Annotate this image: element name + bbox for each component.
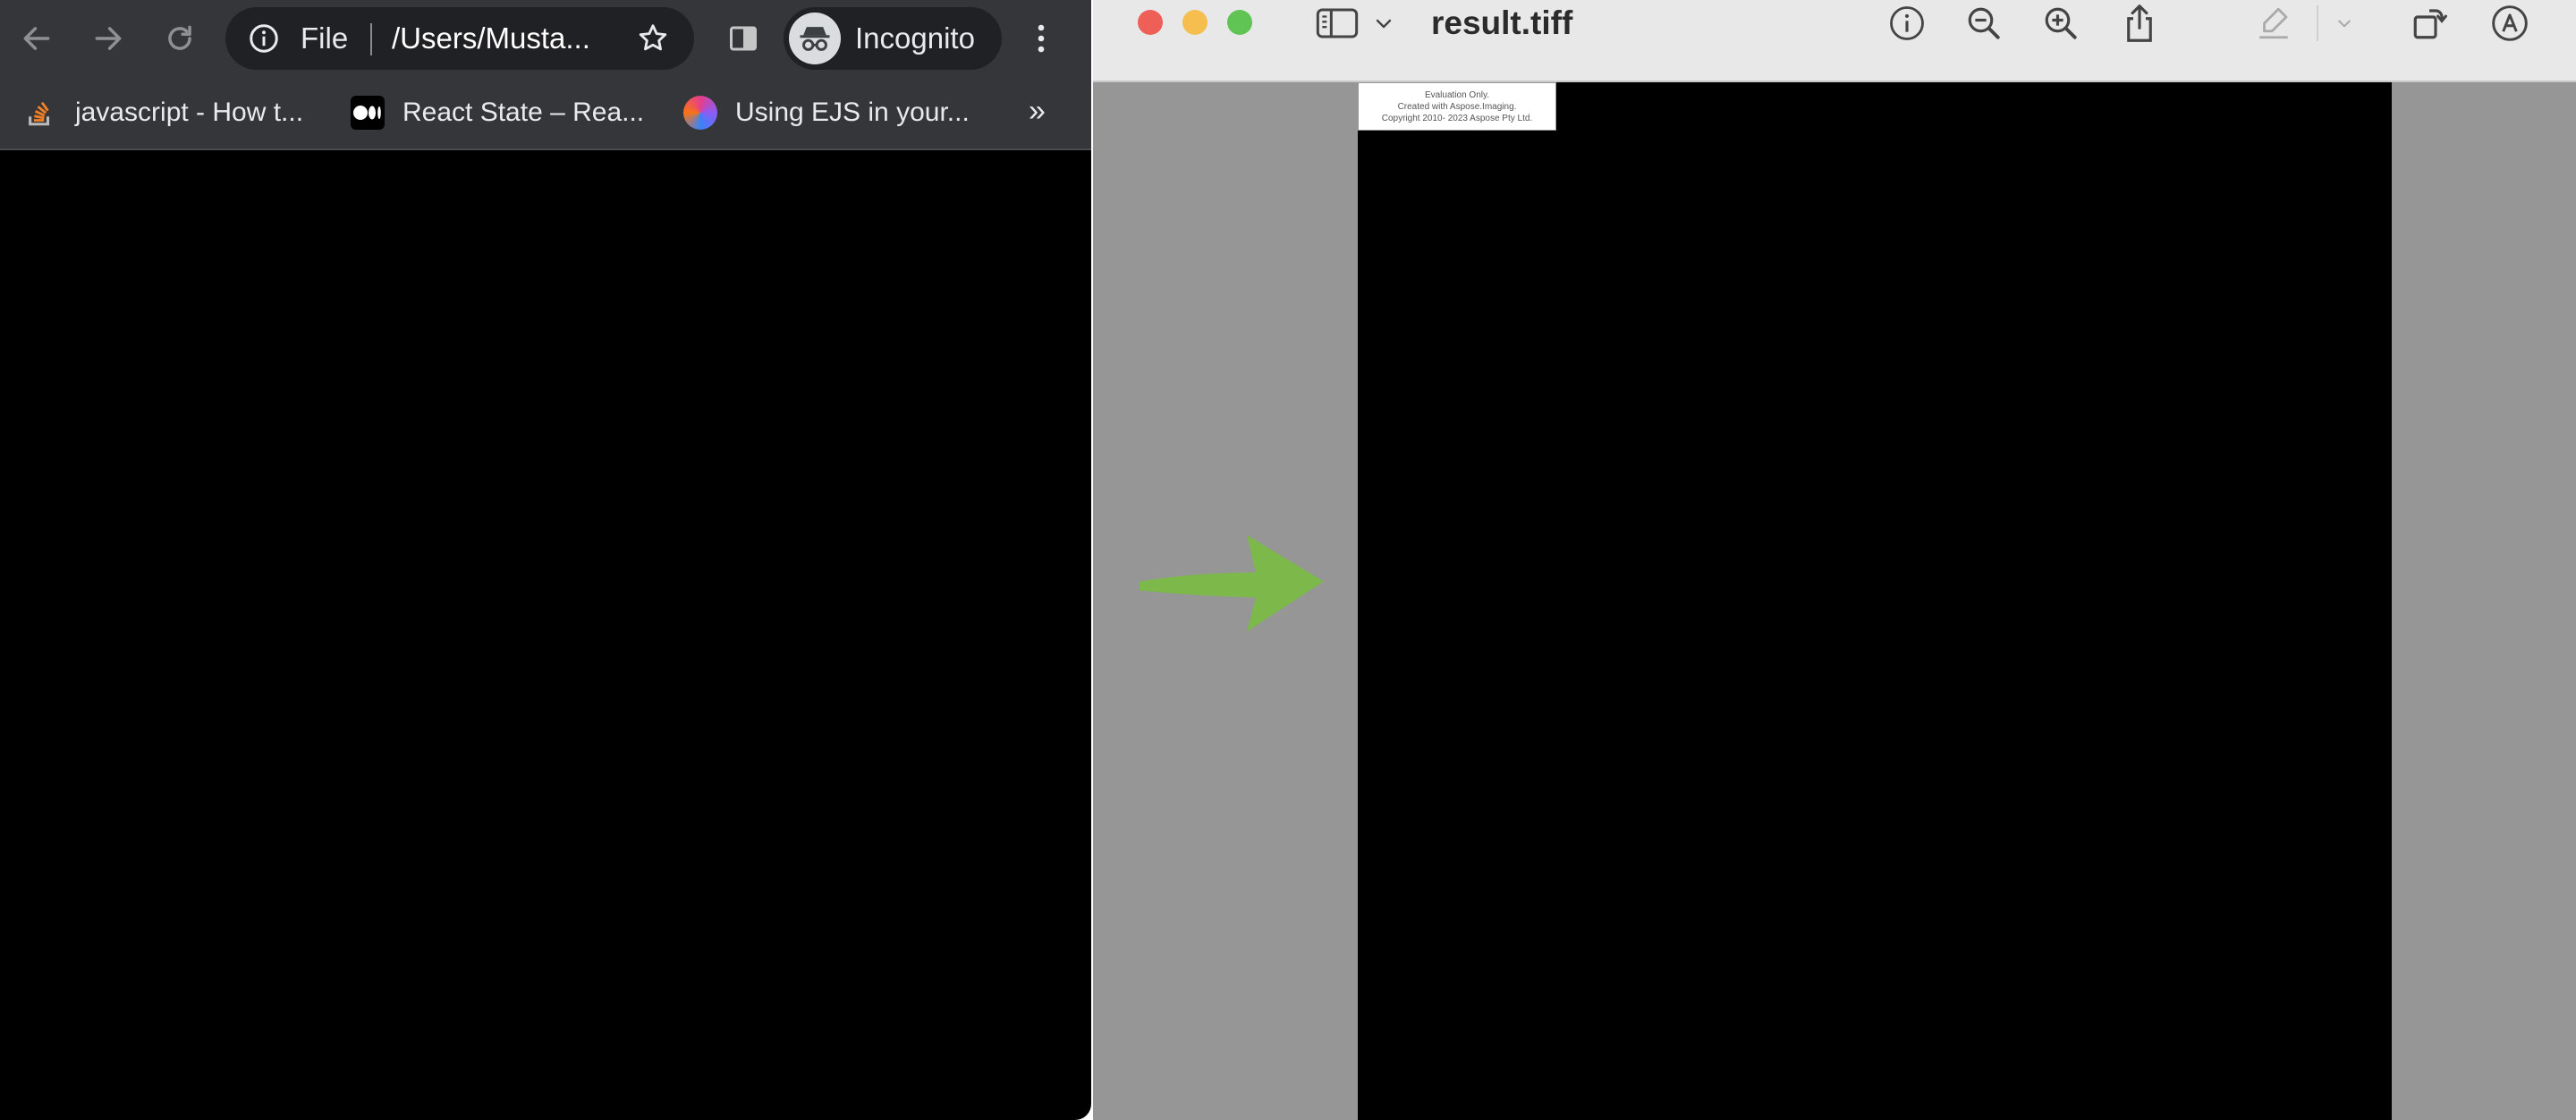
site-info-button[interactable] [247, 21, 281, 55]
watermark-line: Evaluation Only. [1424, 89, 1490, 100]
bookmark-item[interactable]: javascript - How t... [23, 89, 303, 136]
rotate-button[interactable] [2410, 4, 2449, 43]
chrome-window: File /Users/Musta... Incognito javascrip… [0, 0, 1091, 1120]
document-page: Evaluation Only. Created with Aspose.Ima… [1358, 82, 2392, 1120]
bookmark-item[interactable]: React State – Rea... [351, 89, 644, 136]
bookmark-label: React State – Rea... [402, 98, 645, 127]
highlighter-icon [2259, 7, 2288, 39]
info-circle-icon [1890, 6, 1924, 40]
toolbar-divider [2317, 5, 2318, 41]
address-bar[interactable]: File /Users/Musta... [225, 7, 694, 70]
share-icon [2127, 4, 2152, 42]
chevron-down-icon [2338, 20, 2351, 28]
reload-icon [168, 25, 191, 50]
bookmark-item[interactable]: Using EJS in your... [683, 89, 970, 136]
url-scheme-label: File [301, 21, 349, 55]
bookmark-star-button[interactable] [633, 20, 673, 57]
star-icon [639, 24, 667, 51]
back-button[interactable] [14, 16, 59, 61]
more-vertical-icon [1038, 24, 1045, 53]
zoom-in-button[interactable] [2041, 4, 2080, 43]
watermark-line: Copyright 2010- 2023 Aspose Pty Ltd. [1381, 113, 1533, 123]
window-minimize-button[interactable] [1182, 10, 1208, 35]
share-button[interactable] [2120, 4, 2159, 43]
chevron-down-icon [1376, 19, 1392, 29]
side-panel-button[interactable] [723, 18, 764, 59]
sidebar-icon [1316, 8, 1359, 38]
chrome-toolbar: File /Users/Musta... Incognito [0, 0, 1091, 77]
document-title: result.tiff [1431, 4, 1573, 41]
zoom-out-button[interactable] [1964, 4, 2004, 43]
omnibox-divider [370, 23, 372, 55]
window-close-button[interactable] [1138, 10, 1163, 35]
incognito-avatar [789, 13, 841, 64]
arrow-left-icon [23, 27, 50, 50]
url-text[interactable]: /Users/Musta... [392, 22, 590, 55]
forward-button[interactable] [86, 16, 131, 61]
incognito-label: Incognito [855, 21, 975, 55]
evaluation-watermark: Evaluation Only. Created with Aspose.Ima… [1358, 82, 1556, 131]
info-circle-icon [250, 24, 278, 53]
bookmarks-bar: javascript - How t... React State – Rea.… [0, 77, 1091, 150]
bookmarks-overflow-button[interactable]: » [1029, 93, 1046, 129]
watermark-line: Created with Aspose.Imaging. [1397, 101, 1517, 112]
inspector-button[interactable] [1887, 4, 1927, 43]
incognito-profile-button[interactable]: Incognito [784, 7, 1002, 70]
preview-window: result.tiff Evaluation Only. Created wit… [1093, 0, 2576, 1120]
rotate-icon [2413, 9, 2447, 39]
site-logo-icon [683, 96, 717, 130]
green-arrow-annotation [1140, 535, 1324, 632]
highlight-options-dropdown[interactable] [2331, 4, 2358, 43]
medium-icon [351, 96, 385, 130]
preview-titlebar: result.tiff [1093, 0, 2576, 82]
side-panel-icon [730, 26, 757, 51]
zoom-in-icon [2045, 7, 2077, 39]
highlight-button[interactable] [2254, 4, 2293, 43]
window-zoom-button[interactable] [1227, 10, 1252, 35]
stackoverflow-icon [23, 96, 57, 130]
zoom-out-icon [1968, 7, 2000, 39]
arrow-right-icon [95, 27, 122, 50]
sidebar-toggle-button[interactable] [1313, 4, 1361, 43]
bookmark-label: Using EJS in your... [735, 98, 970, 127]
incognito-icon [800, 27, 830, 51]
view-options-dropdown[interactable] [1370, 4, 1397, 43]
markup-pen-icon [2492, 5, 2528, 41]
bookmark-label: javascript - How t... [75, 98, 304, 127]
reload-button[interactable] [157, 16, 202, 61]
markup-button[interactable] [2490, 4, 2529, 43]
chrome-menu-button[interactable] [1023, 18, 1059, 59]
